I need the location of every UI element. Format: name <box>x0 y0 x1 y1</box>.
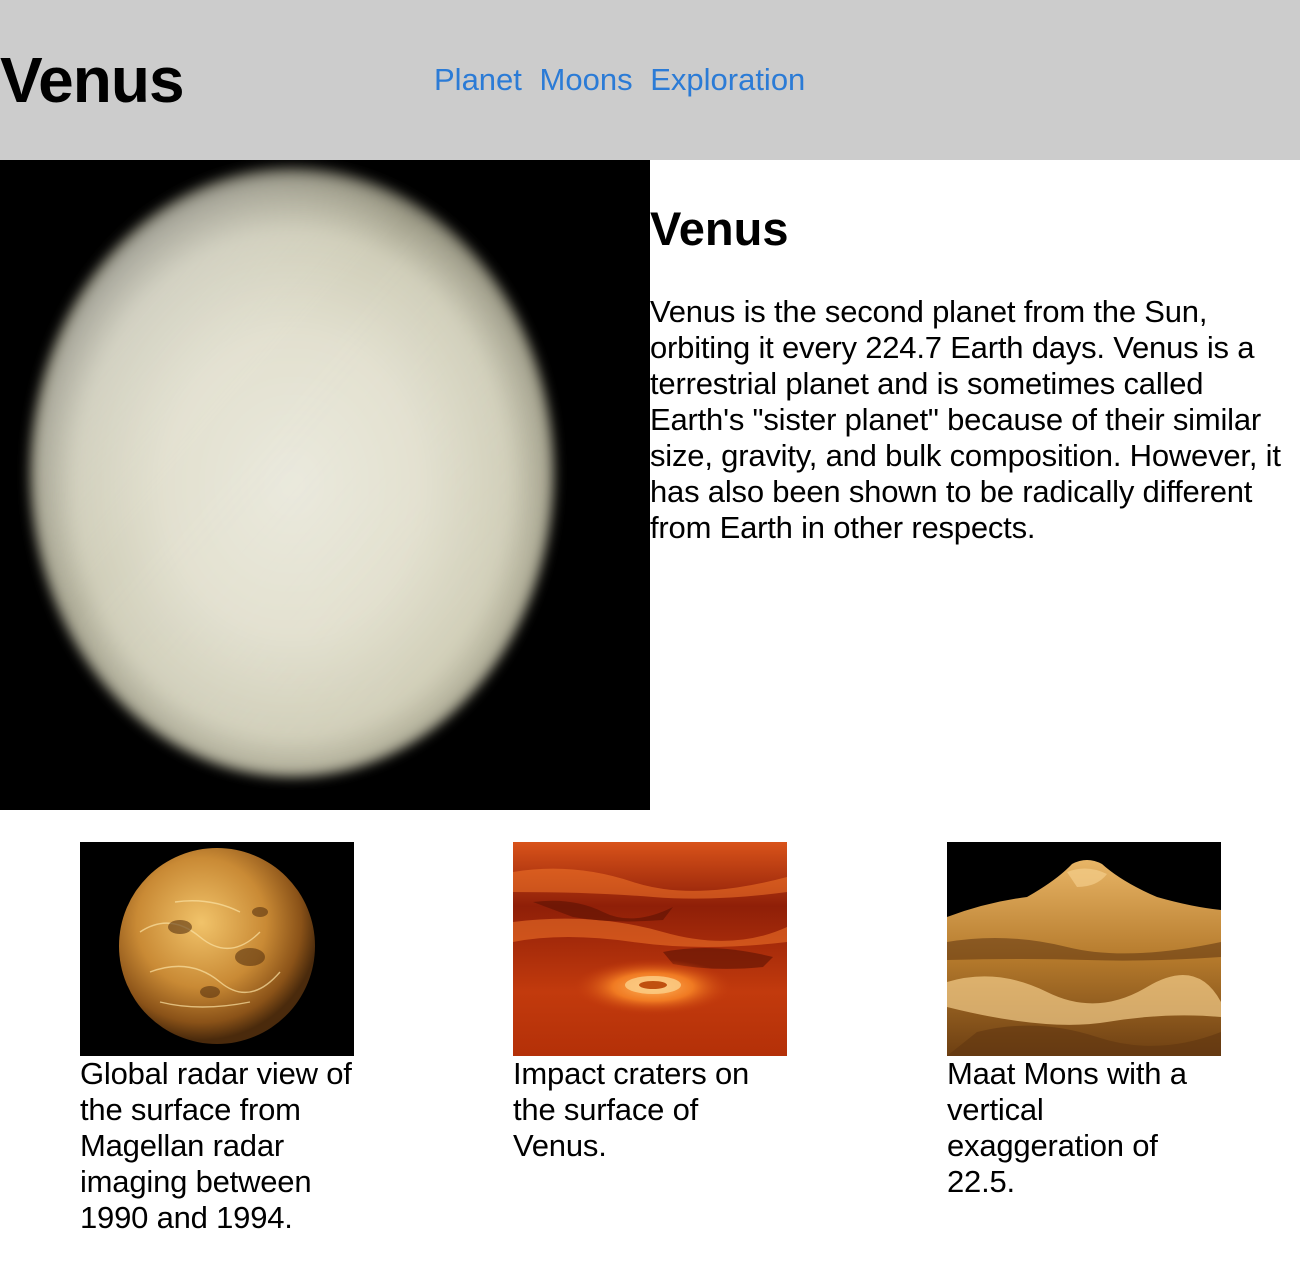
maat-mons-image <box>947 842 1221 1056</box>
gallery-caption: Impact craters on the surface of Venus. <box>513 1056 750 1163</box>
gallery-caption: Maat Mons with a vertical exaggeration o… <box>947 1056 1187 1199</box>
intro-heading: Venus <box>650 202 789 255</box>
intro-text: Venus is the second planet from the Sun,… <box>650 294 1281 545</box>
nav-link-planet[interactable]: Planet <box>434 62 522 97</box>
gallery-item-craters: Impact craters on the surface of Venus. <box>513 842 787 1164</box>
nav-link-moons[interactable]: Moons <box>540 62 633 97</box>
gallery-item-maat-mons: Maat Mons with a vertical exaggeration o… <box>947 842 1221 1200</box>
impact-craters-image <box>513 842 787 1056</box>
gallery-item-radar: Global radar view of the surface from Ma… <box>80 842 354 1236</box>
site-header: Venus Planet Moons Exploration <box>0 0 1300 160</box>
site-title: Venus <box>0 44 185 116</box>
main-nav: Planet Moons Exploration <box>434 62 805 98</box>
gallery-caption: Global radar view of the surface from Ma… <box>80 1056 352 1235</box>
nav-link-exploration[interactable]: Exploration <box>650 62 805 97</box>
radar-globe-image <box>80 842 354 1056</box>
venus-hero-image <box>0 160 650 810</box>
